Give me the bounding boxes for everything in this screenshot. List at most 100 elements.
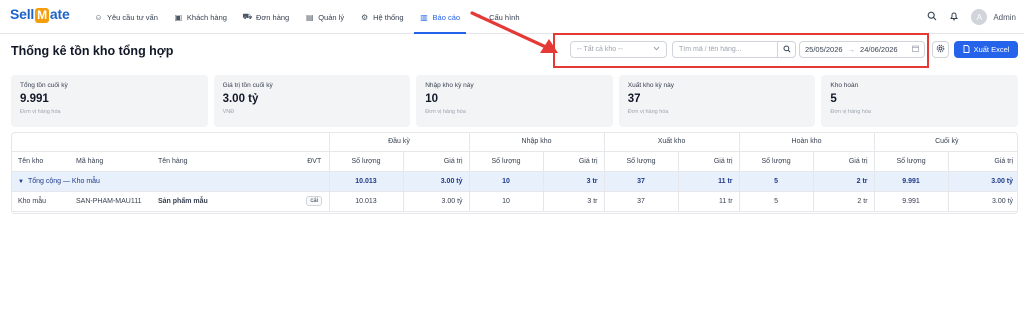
cell-value: 9.991 (873, 191, 949, 212)
card-value: 5 (830, 93, 837, 105)
card-stock-out: Xuất kho kỳ này 37 Đơn vị hàng hóa (618, 75, 816, 127)
warehouse-select[interactable]: -- Tất cả kho -- (570, 41, 667, 58)
nav-item-label: Đơn hàng (255, 12, 290, 22)
column-header-unit[interactable]: ĐVT (300, 151, 329, 172)
cell-product-name: Sản phẩm mẫu (152, 191, 300, 212)
summary-cards: Tổng tồn cuối kỳ 9.991 Đơn vị hàng hóa G… (11, 75, 1018, 127)
nav-item-label: Quản lý (318, 12, 345, 22)
gear-icon (936, 44, 945, 55)
brand-logo[interactable]: Sell Mate (10, 6, 70, 24)
card-value: 10 (425, 93, 438, 105)
card-ending-stock: Tổng tồn cuối kỳ 9.991 Đơn vị hàng hóa (11, 75, 208, 127)
total-cell: 3.00 tỷ (947, 171, 1017, 192)
cell-warehouse: Kho mẫu (12, 191, 70, 212)
cell-value: 3.00 tỷ (402, 191, 470, 212)
total-row-label: Tổng cộng — Kho mẫu (27, 177, 100, 185)
column-header-qty[interactable]: Số lượng (738, 151, 814, 172)
column-header-value[interactable]: Giá trị (402, 151, 470, 172)
caret-down-icon[interactable]: ▼ (18, 179, 24, 185)
table-row[interactable]: Kho mẫu SAN-PHAM-MAU111 Sản phẩm mẫu cái… (12, 191, 1017, 212)
column-header-qty[interactable]: Số lượng (328, 151, 403, 172)
nav-item-customers[interactable]: ▣ Khách hàng (166, 0, 235, 34)
page-title: Thống kê tồn kho tổng hợp (11, 44, 174, 58)
user-name[interactable]: Admin (993, 13, 1016, 22)
card-stock-in: Nhập kho kỳ này 10 Đơn vị hàng hóa (416, 75, 613, 127)
group-header-stock-in: Nhập kho (468, 133, 605, 152)
table-total-row[interactable]: ▼ Tổng cộng — Kho mẫu 10.013 3.00 tỷ 10 3… (12, 171, 1017, 192)
logo-text-mark: M (35, 8, 49, 23)
nav-item-management[interactable]: ▤ Quản lý (297, 0, 352, 34)
group-header-stock-out: Xuất kho (603, 133, 740, 152)
cell-unit: cái (300, 191, 329, 212)
group-header-opening: Đầu kỳ (328, 133, 470, 152)
cell-sku: SAN-PHAM-MAU111 (70, 191, 152, 212)
card-ending-value: Giá trị tồn cuối kỳ 3.00 tỷ VNĐ (213, 75, 411, 127)
search-icon[interactable] (927, 11, 937, 23)
column-header-value[interactable]: Giá trị (947, 151, 1017, 172)
main-nav: ☺ Yêu cầu tư vấn ▣ Khách hàng ⛟ Đơn hàng… (86, 0, 528, 34)
nav-item-label: Yêu cầu tư vấn (107, 12, 158, 22)
cell-value: 11 tr (677, 191, 740, 212)
date-from[interactable]: 25/05/2026 (805, 45, 843, 54)
export-label: Xuất Excel (973, 45, 1010, 54)
column-header-qty[interactable]: Số lượng (468, 151, 544, 172)
user-card-icon: ▣ (174, 12, 183, 22)
column-header-value[interactable]: Giá trị (542, 151, 605, 172)
chart-icon: ▥ (420, 12, 428, 22)
table-column-header: Tên kho Mã hàng Tên hàng ĐVT Số lượng Gi… (12, 151, 1017, 172)
column-header-name[interactable]: Tên hàng (152, 151, 300, 172)
chevron-down-icon (653, 46, 660, 53)
total-cell: 3 tr (542, 171, 605, 192)
column-header-sku[interactable]: Mã hàng (70, 151, 152, 172)
product-search (672, 41, 796, 58)
date-to[interactable]: 24/06/2026 (860, 45, 898, 54)
column-header-warehouse[interactable]: Tên kho (12, 151, 70, 172)
card-label: Xuất kho kỳ này (627, 82, 675, 89)
column-header-value[interactable]: Giá trị (677, 151, 740, 172)
arrow-right-icon: → (847, 45, 856, 54)
group-header-blank (12, 133, 329, 152)
nav-item-system[interactable]: ⚙ Hệ thống (352, 0, 411, 34)
card-subtext: VNĐ (222, 109, 235, 115)
total-cell: 3.00 tỷ (402, 171, 470, 192)
cell-value: 3 tr (542, 191, 605, 212)
total-row-label-cell: ▼ Tổng cộng — Kho mẫu (12, 171, 329, 192)
export-excel-button[interactable]: Xuất Excel (954, 41, 1018, 58)
date-range-picker[interactable]: 25/05/2026 → 24/06/2026 (799, 41, 925, 58)
card-label: Nhập kho kỳ này (425, 82, 474, 89)
file-icon (963, 44, 970, 55)
card-label: Kho hoàn (830, 82, 859, 89)
search-icon (782, 44, 791, 55)
total-cell: 5 (738, 171, 814, 192)
bell-icon[interactable] (949, 11, 959, 23)
group-header-return: Hoàn kho (738, 133, 875, 152)
cell-value: 5 (738, 191, 814, 212)
calendar-icon (912, 45, 919, 54)
card-label: Giá trị tồn cuối kỳ (222, 82, 273, 89)
total-cell: 11 tr (677, 171, 740, 192)
avatar[interactable]: A (971, 9, 988, 25)
card-subtext: Đơn vị hàng hóa (425, 109, 466, 115)
cart-icon: ⛟ (242, 12, 253, 21)
column-header-qty[interactable]: Số lượng (603, 151, 679, 172)
card-label: Tổng tồn cuối kỳ (20, 82, 68, 89)
nav-item-label: Hệ thống (373, 12, 404, 22)
nav-item-reports[interactable]: ▥ Báo cáo (412, 0, 469, 34)
total-cell: 9.991 (873, 171, 949, 192)
nav-item-label: Báo cáo (432, 12, 461, 22)
column-header-value[interactable]: Giá trị (812, 151, 875, 172)
search-input[interactable] (673, 46, 777, 53)
settings-button[interactable] (932, 41, 949, 58)
table-group-header: Đầu kỳ Nhập kho Xuất kho Hoàn kho Cuối k… (12, 133, 1017, 152)
cell-value: 10.013 (328, 191, 403, 212)
card-value: 9.991 (20, 93, 49, 105)
nav-item-orders[interactable]: ⛟ Đơn hàng (235, 0, 297, 34)
chat-icon: ☺ (94, 12, 103, 22)
folder-icon: ▤ (305, 12, 314, 22)
search-button[interactable] (777, 42, 795, 57)
total-cell: 10 (468, 171, 544, 192)
warehouse-select-value: -- Tất cả kho -- (577, 46, 623, 53)
nav-item-consult[interactable]: ☺ Yêu cầu tư vấn (86, 0, 166, 34)
column-header-qty[interactable]: Số lượng (873, 151, 949, 172)
card-return-stock: Kho hoàn 5 Đơn vị hàng hóa (821, 75, 1018, 127)
